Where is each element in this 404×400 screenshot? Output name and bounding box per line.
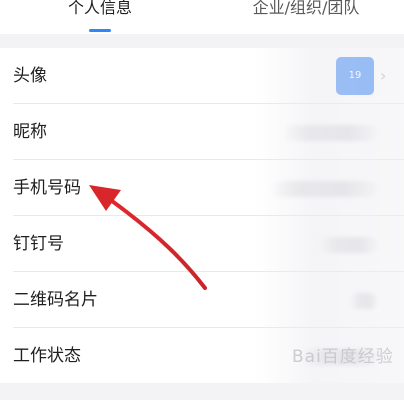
red-arrow-icon	[89, 185, 207, 290]
baidu-jingyan-watermark: Bai百度经验	[292, 347, 394, 367]
